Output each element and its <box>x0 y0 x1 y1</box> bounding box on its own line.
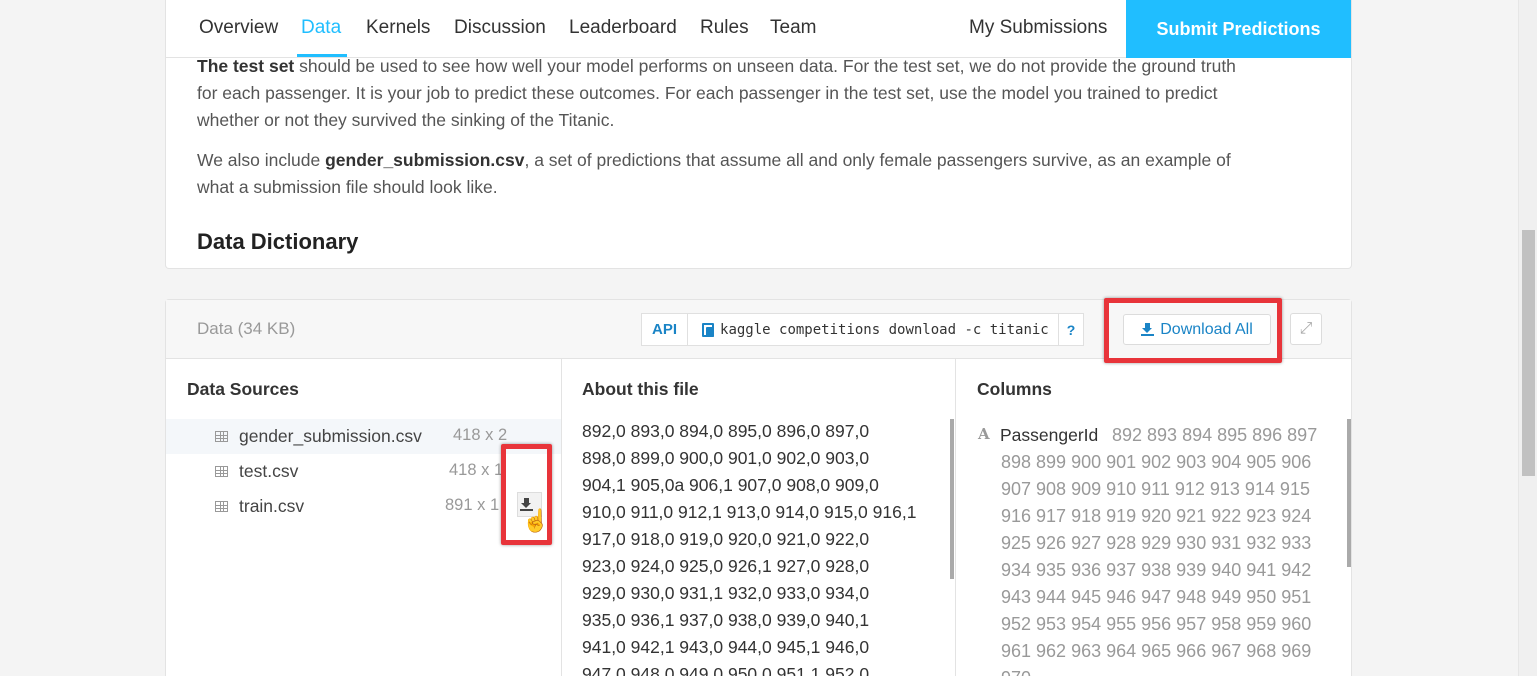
tab-team[interactable]: Team <box>770 17 816 39</box>
page-scrollbar[interactable] <box>1518 0 1537 676</box>
download-all-highlight <box>1104 298 1282 363</box>
file-dimensions: 418 x 2 <box>453 426 508 444</box>
file-name: train.csv <box>239 496 305 516</box>
tab-discussion[interactable]: Discussion <box>454 17 546 39</box>
column-values: 892 893 894 895 896 897 898 899 900 901 … <box>1001 425 1318 676</box>
file-name: test.csv <box>239 461 299 481</box>
tab-overview[interactable]: Overview <box>199 17 278 39</box>
data-dictionary-heading: Data Dictionary <box>197 229 359 254</box>
about-line: 941,0 942,1 943,0 944,0 945,1 946,0 <box>582 637 870 657</box>
tab-rules[interactable]: Rules <box>700 17 749 39</box>
about-line: 898,0 899,0 900,0 901,0 902,0 903,0 <box>582 448 870 468</box>
about-line: 892,0 893,0 894,0 895,0 896,0 897,0 <box>582 421 870 441</box>
hand-cursor-icon: ☝ <box>522 508 550 533</box>
expand-icon[interactable]: ⤢ <box>1290 313 1322 345</box>
about-line: 904,1 905,0a 906,1 907,0 908,0 909,0 <box>582 475 879 495</box>
my-submissions-link[interactable]: My Submissions <box>969 17 1107 39</box>
table-icon <box>215 431 228 442</box>
about-line: 910,0 911,0 912,1 913,0 914,0 915,0 916,… <box>582 502 917 522</box>
p2-line2: what a submission file should look like. <box>197 177 498 197</box>
file-dimensions: 418 x 1 <box>449 461 504 479</box>
page-scroll-thumb[interactable] <box>1522 230 1535 476</box>
columns-scrollbar[interactable] <box>1347 419 1351 567</box>
p1-line2: for each passenger. It is your job to pr… <box>197 83 1218 103</box>
about-line: 929,0 930,0 931,1 932,0 933,0 934,0 <box>582 583 870 603</box>
column-divider <box>955 359 956 676</box>
test-set-bold: The test set <box>197 56 295 76</box>
test-set-paragraph: The test set should be used to see how w… <box>197 53 1317 134</box>
string-type-icon: A <box>978 425 990 443</box>
p2-pre: We also include <box>197 150 326 170</box>
gender-submission-bold: gender_submission.csv <box>325 150 525 170</box>
tab-data[interactable]: Data <box>301 17 341 39</box>
about-file-heading: About this file <box>582 379 699 399</box>
p1-line1: should be used to see how well your mode… <box>294 56 1236 76</box>
copy-icon[interactable] <box>702 322 715 337</box>
about-scrollbar[interactable] <box>950 419 954 579</box>
data-description: The test set should be used to see how w… <box>165 56 1352 269</box>
about-line: 947,0 948,0 949,0 950,0 951,1 952,0 <box>582 664 870 676</box>
tab-leaderboard[interactable]: Leaderboard <box>569 17 677 39</box>
page: Overview Data Kernels Discussion Leaderb… <box>0 0 1537 676</box>
api-command-text: kaggle competitions download -c titanic <box>720 321 1049 338</box>
api-help-button[interactable]: ? <box>1059 314 1084 345</box>
column-divider <box>561 359 562 676</box>
api-command[interactable]: kaggle competitions download -c titanic <box>688 314 1059 345</box>
file-name: gender_submission.csv <box>239 426 422 446</box>
table-icon <box>215 501 228 512</box>
submit-predictions-button[interactable]: Submit Predictions <box>1126 0 1351 58</box>
table-icon <box>215 466 228 477</box>
p1-line3: whether or not they survived the sinking… <box>197 110 615 130</box>
gender-submission-paragraph: We also include gender_submission.csv, a… <box>197 147 1317 201</box>
about-line: 935,0 936,1 937,0 938,0 939,0 940,1 <box>582 610 870 630</box>
about-line: 923,0 924,0 925,0 926,1 927,0 928,0 <box>582 556 870 576</box>
tab-kernels[interactable]: Kernels <box>366 17 430 39</box>
about-file-content: 892,0 893,0 894,0 895,0 896,0 897,0 898,… <box>582 418 922 676</box>
about-line: 917,0 918,0 919,0 920,0 921,0 922,0 <box>582 529 870 549</box>
columns-heading: Columns <box>977 379 1052 399</box>
api-label[interactable]: API <box>642 314 689 345</box>
data-size-label: Data (34 KB) <box>197 319 296 338</box>
file-dimensions: 891 x 1 <box>445 496 500 514</box>
data-sources-heading: Data Sources <box>187 379 299 399</box>
competition-nav: Overview Data Kernels Discussion Leaderb… <box>165 0 1352 58</box>
api-command-box: API kaggle competitions download -c tita… <box>641 313 1085 346</box>
p2-line1: , a set of predictions that assume all a… <box>524 150 1231 170</box>
